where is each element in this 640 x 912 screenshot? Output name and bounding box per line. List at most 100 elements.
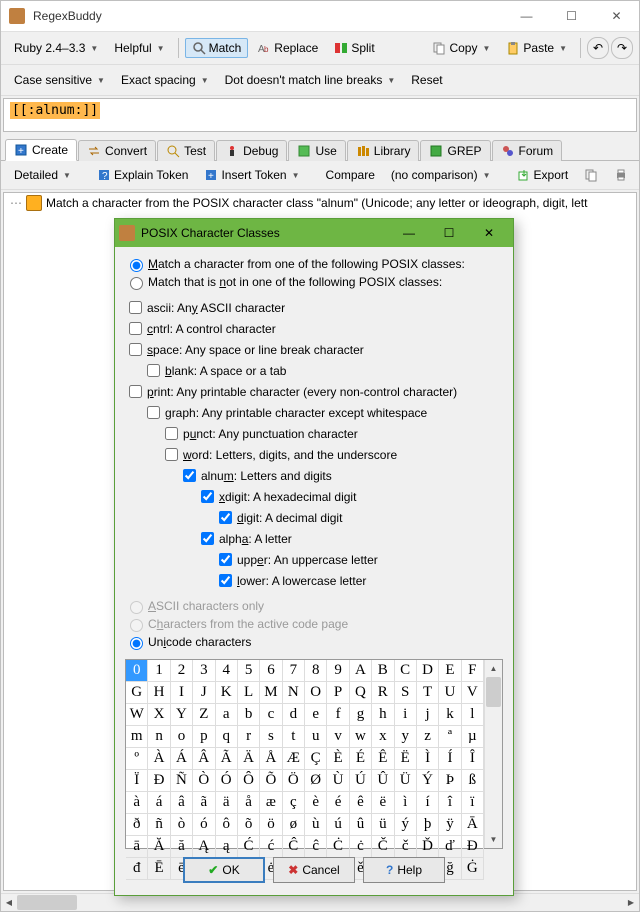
char-cell[interactable]: 6 bbox=[260, 660, 282, 682]
dialog-minimize[interactable]: — bbox=[389, 219, 429, 247]
char-cell[interactable]: ĉ bbox=[305, 836, 327, 858]
check-alnum[interactable]: alnum: Letters and digits bbox=[125, 465, 503, 486]
dialog-close[interactable]: ✕ bbox=[469, 219, 509, 247]
char-cell[interactable]: ã bbox=[193, 792, 215, 814]
maximize-button[interactable]: ☐ bbox=[549, 1, 594, 31]
char-cell[interactable]: Y bbox=[171, 704, 193, 726]
radio-not-match[interactable]: Match that is not in one of the followin… bbox=[125, 273, 503, 291]
char-cell[interactable]: ß bbox=[462, 770, 484, 792]
char-cell[interactable]: 9 bbox=[327, 660, 349, 682]
char-cell[interactable]: õ bbox=[238, 814, 260, 836]
char-cell[interactable]: Q bbox=[350, 682, 372, 704]
tab-forum[interactable]: Forum bbox=[492, 140, 563, 161]
char-cell[interactable]: C bbox=[395, 660, 417, 682]
check-xdigit[interactable]: xdigit: A hexadecimal digit bbox=[125, 486, 503, 507]
char-cell[interactable]: Ą bbox=[193, 836, 215, 858]
check-digit[interactable]: digit: A decimal digit bbox=[125, 507, 503, 528]
scroll-up[interactable]: ▲ bbox=[485, 660, 502, 677]
char-cell[interactable]: ç bbox=[283, 792, 305, 814]
radio-unicode[interactable]: Unicode characters bbox=[125, 633, 503, 651]
char-cell[interactable]: é bbox=[327, 792, 349, 814]
char-cell[interactable]: Å bbox=[260, 748, 282, 770]
char-cell[interactable]: ċ bbox=[350, 836, 372, 858]
char-cell[interactable]: v bbox=[327, 726, 349, 748]
check-print[interactable]: print: Any printable character (every no… bbox=[125, 381, 503, 402]
cancel-button[interactable]: ✖Cancel bbox=[273, 857, 355, 883]
char-cell[interactable]: æ bbox=[260, 792, 282, 814]
explain-token-button[interactable]: ?Explain Token bbox=[90, 165, 196, 185]
char-cell[interactable]: I bbox=[171, 682, 193, 704]
char-cell[interactable]: A bbox=[350, 660, 372, 682]
char-cell[interactable]: ā bbox=[126, 836, 148, 858]
char-cell[interactable]: k bbox=[439, 704, 461, 726]
char-cell[interactable]: 3 bbox=[193, 660, 215, 682]
char-cell[interactable]: Z bbox=[193, 704, 215, 726]
check-upper[interactable]: upper: An uppercase letter bbox=[125, 549, 503, 570]
paste-button[interactable]: Paste▼ bbox=[499, 38, 574, 58]
char-cell[interactable]: ñ bbox=[148, 814, 170, 836]
char-cell[interactable]: z bbox=[417, 726, 439, 748]
char-cell[interactable]: o bbox=[171, 726, 193, 748]
history-fwd-button[interactable]: ↷ bbox=[611, 37, 633, 59]
char-cell[interactable]: Æ bbox=[283, 748, 305, 770]
char-cell[interactable]: Ă bbox=[148, 836, 170, 858]
char-cell[interactable]: î bbox=[439, 792, 461, 814]
char-cell[interactable]: å bbox=[238, 792, 260, 814]
char-cell[interactable]: ê bbox=[350, 792, 372, 814]
char-cell[interactable]: í bbox=[417, 792, 439, 814]
char-cell[interactable]: Ù bbox=[327, 770, 349, 792]
char-cell[interactable]: È bbox=[327, 748, 349, 770]
check-alpha[interactable]: alpha: A letter bbox=[125, 528, 503, 549]
char-cell[interactable]: Ô bbox=[238, 770, 260, 792]
char-cell[interactable]: ï bbox=[462, 792, 484, 814]
char-grid[interactable]: 0123456789ABCDEFGHIJKLMNOPQRSTUVWXYZabcd… bbox=[126, 660, 484, 848]
tab-debug[interactable]: Debug bbox=[216, 140, 287, 161]
char-cell[interactable]: b bbox=[238, 704, 260, 726]
spacing-dropdown[interactable]: Exact spacing▼ bbox=[114, 70, 216, 90]
check-cntrl[interactable]: cntrl: A control character bbox=[125, 318, 503, 339]
char-cell[interactable]: G bbox=[126, 682, 148, 704]
dialog-maximize[interactable]: ☐ bbox=[429, 219, 469, 247]
char-cell[interactable]: e bbox=[305, 704, 327, 726]
check-space[interactable]: space: Any space or line break character bbox=[125, 339, 503, 360]
char-cell[interactable]: B bbox=[372, 660, 394, 682]
match-button[interactable]: Match bbox=[185, 38, 249, 58]
char-cell[interactable]: y bbox=[395, 726, 417, 748]
char-cell[interactable]: q bbox=[216, 726, 238, 748]
char-cell[interactable]: j bbox=[417, 704, 439, 726]
char-cell[interactable]: ď bbox=[439, 836, 461, 858]
char-cell[interactable]: ć bbox=[260, 836, 282, 858]
char-cell[interactable]: ù bbox=[305, 814, 327, 836]
char-cell[interactable]: P bbox=[327, 682, 349, 704]
char-cell[interactable]: w bbox=[350, 726, 372, 748]
compare-dropdown[interactable]: Compare bbox=[319, 165, 382, 185]
char-cell[interactable]: É bbox=[350, 748, 372, 770]
char-cell[interactable]: 1 bbox=[148, 660, 170, 682]
char-cell[interactable]: đ bbox=[126, 858, 148, 880]
char-cell[interactable]: µ bbox=[462, 726, 484, 748]
char-cell[interactable]: Ġ bbox=[462, 858, 484, 880]
char-cell[interactable]: n bbox=[148, 726, 170, 748]
char-cell[interactable]: M bbox=[260, 682, 282, 704]
char-cell[interactable]: ą bbox=[216, 836, 238, 858]
char-cell[interactable]: l bbox=[462, 704, 484, 726]
char-cell[interactable]: Ä bbox=[238, 748, 260, 770]
flavor-dropdown[interactable]: Ruby 2.4–3.3▼ bbox=[7, 38, 105, 58]
char-cell[interactable]: t bbox=[283, 726, 305, 748]
char-cell[interactable]: ó bbox=[193, 814, 215, 836]
char-cell[interactable]: ø bbox=[283, 814, 305, 836]
char-cell[interactable]: 5 bbox=[238, 660, 260, 682]
char-cell[interactable]: Ĉ bbox=[283, 836, 305, 858]
char-cell[interactable]: ô bbox=[216, 814, 238, 836]
char-cell[interactable]: Ç bbox=[305, 748, 327, 770]
char-cell[interactable]: x bbox=[372, 726, 394, 748]
char-cell[interactable]: Ö bbox=[283, 770, 305, 792]
char-cell[interactable]: Í bbox=[439, 748, 461, 770]
scroll-left[interactable]: ◀ bbox=[1, 894, 17, 911]
char-cell[interactable]: E bbox=[439, 660, 461, 682]
tab-create[interactable]: +Create bbox=[5, 139, 77, 161]
char-cell[interactable]: Ð bbox=[148, 770, 170, 792]
scroll-right[interactable]: ▶ bbox=[623, 894, 639, 911]
char-cell[interactable]: Ā bbox=[462, 814, 484, 836]
char-cell[interactable]: K bbox=[216, 682, 238, 704]
